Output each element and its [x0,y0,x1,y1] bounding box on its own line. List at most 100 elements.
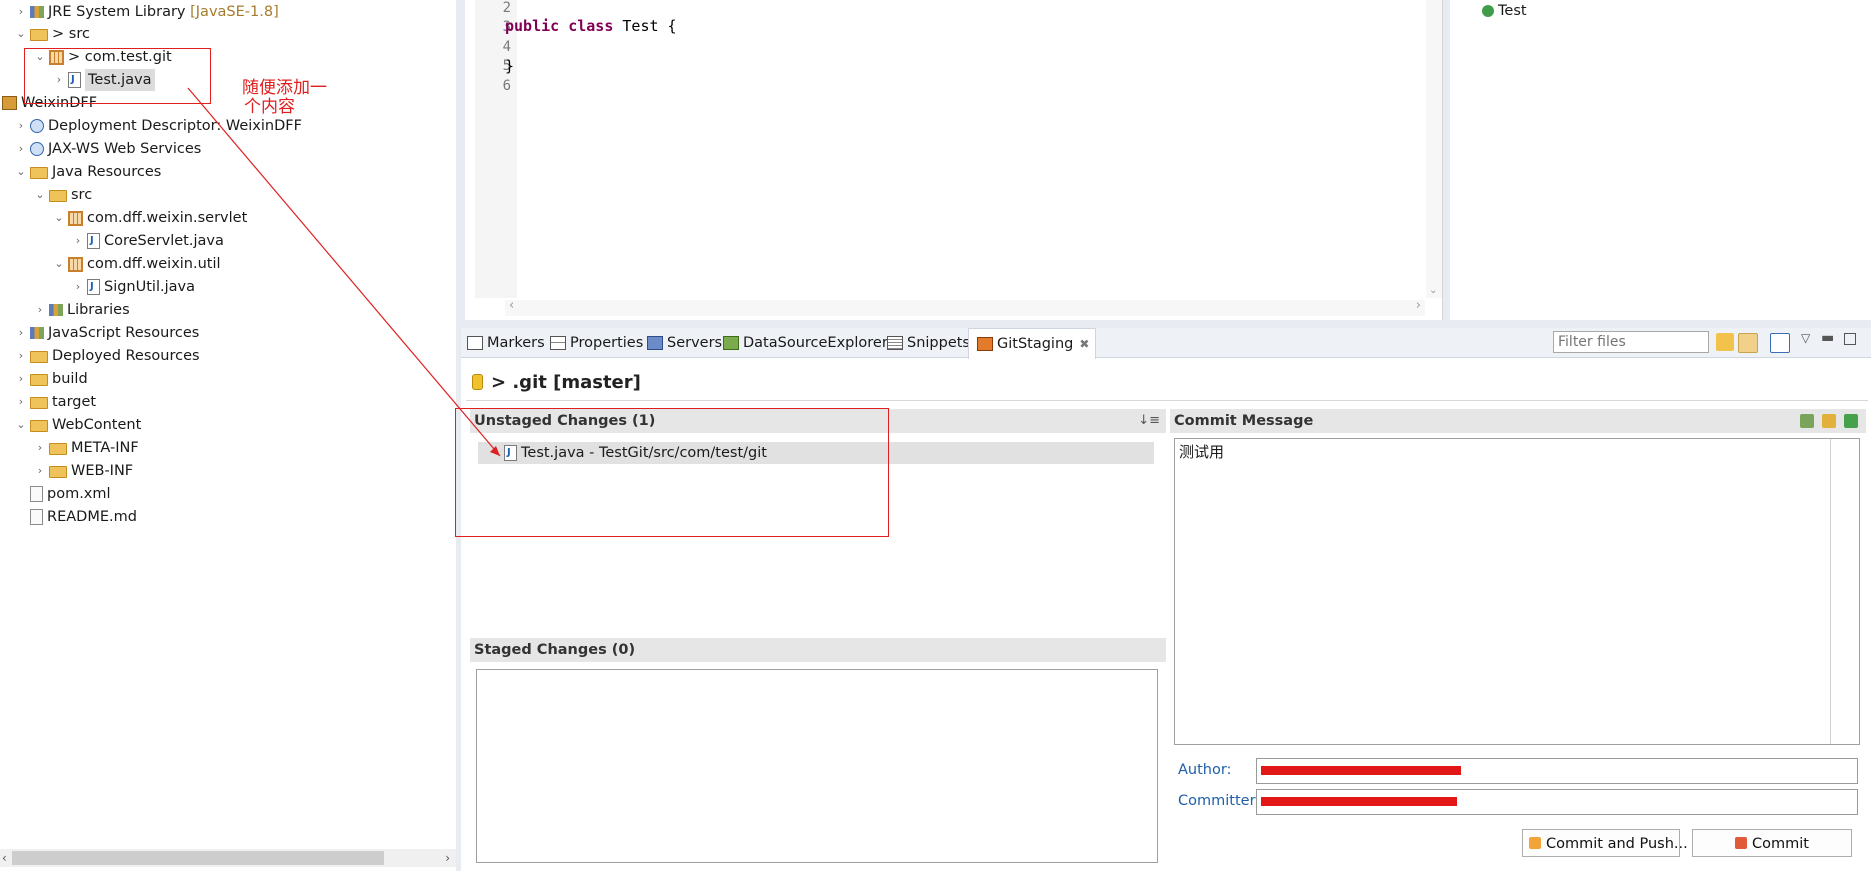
tree-item-jaxws[interactable]: › JAX-WS Web Services [14,138,202,160]
view-menu-icon[interactable]: ▽ [1801,331,1810,345]
repository-title: > .git [master] [472,372,641,393]
signoff-icon[interactable] [1822,414,1836,428]
amend-icon[interactable] [1800,414,1814,428]
tree-item-util-pkg[interactable]: ⌄ com.dff.weixin.util [52,253,220,275]
outline-view: Test [1450,0,1871,320]
chevron-right-icon[interactable]: › [14,138,28,160]
chevron-down-icon[interactable]: ⌄ [52,253,66,275]
servers-icon [647,336,663,350]
code-line-close-brace[interactable]: } [505,57,514,75]
filter-files-input[interactable] [1553,331,1709,353]
author-field[interactable] [1256,758,1858,784]
redaction-mark [1261,797,1457,806]
datasource-icon [723,336,739,350]
chevron-right-icon[interactable]: › [14,391,28,413]
tree-item-src-2[interactable]: ⌄ src [33,184,92,206]
staged-changes-list[interactable] [476,669,1158,863]
chevron-down-icon[interactable]: ⌄ [14,414,28,436]
sort-icon[interactable]: ↓≡ [1138,409,1160,433]
library-icon [49,304,63,316]
link-editor-icon[interactable] [1738,333,1758,353]
editor-horizontal-scrollbar[interactable]: ‹ › [505,298,1425,316]
code-editor[interactable]: 2 3 4 5 6 public class Test { } ⌄ ‹ › [465,0,1443,320]
chevron-right-icon[interactable]: › [33,437,47,459]
package-icon [68,256,83,272]
scroll-right-icon[interactable]: › [445,849,450,867]
tree-item-servlet-pkg[interactable]: ⌄ com.dff.weixin.servlet [52,207,247,229]
folder-icon [49,466,67,478]
refresh-icon[interactable] [1716,333,1734,351]
folder-icon [30,374,48,386]
tree-item-build[interactable]: › build [14,368,88,390]
committer-field[interactable] [1256,789,1858,815]
tree-item-deployment-descriptor[interactable]: › Deployment Descriptor: WeixinDFF [14,115,302,137]
commit-message-textarea[interactable]: 测试用 [1174,438,1860,745]
author-label: Author: [1178,762,1232,778]
xml-file-icon [30,486,43,502]
tab-datasource-explorer[interactable]: DataSourceExplorer [721,328,888,358]
close-icon[interactable]: ✖ [1079,329,1089,359]
tree-item-java-resources[interactable]: ⌄ Java Resources [14,161,161,183]
change-id-icon[interactable] [1844,414,1858,428]
tree-item-web-inf[interactable]: › WEB-INF [33,460,133,482]
tree-item-js-resources[interactable]: › JavaScript Resources [14,322,200,344]
tree-item-jre[interactable]: › JRE System Library [JavaSE-1.8] [14,1,279,23]
commit-message-scrollbar[interactable] [1830,439,1859,744]
minimize-icon[interactable]: ▬ [1821,330,1834,346]
chevron-right-icon[interactable]: › [33,299,47,321]
commit-icon [1735,837,1748,849]
snippets-icon [887,336,903,350]
chevron-right-icon[interactable]: › [71,230,85,252]
scroll-down-icon[interactable]: ⌄ [1429,285,1437,296]
scroll-left-icon[interactable]: ‹ [2,849,7,867]
chevron-right-icon[interactable]: › [33,460,47,482]
tree-item-libraries[interactable]: › Libraries [33,299,130,321]
editor-vertical-scrollbar[interactable]: ⌄ [1426,0,1442,298]
chevron-right-icon[interactable]: › [14,345,28,367]
tree-item-readme[interactable]: README.md [28,506,137,528]
repository-icon [472,374,483,390]
push-icon [1529,837,1541,849]
tab-gitstaging[interactable]: GitStaging ✖ [968,328,1097,359]
tab-properties[interactable]: Properties [548,328,643,358]
chevron-right-icon[interactable]: › [14,115,28,137]
tree-item-pom[interactable]: pom.xml [28,483,111,505]
tab-servers[interactable]: Servers [645,328,722,358]
scrollbar-thumb[interactable] [12,851,384,865]
git-icon [977,337,993,351]
scroll-right-icon[interactable]: › [1416,298,1421,313]
chevron-down-icon[interactable]: ⌄ [14,23,28,45]
committer-label: Committer: [1178,793,1261,809]
commit-and-push-button[interactable]: Commit and Push... [1522,829,1688,857]
chevron-right-icon[interactable]: › [14,1,28,23]
tree-item-webcontent[interactable]: ⌄ WebContent [14,414,141,436]
deployed-resources-icon [30,351,48,363]
folder-icon [49,443,67,455]
tree-item-coreservlet[interactable]: › CoreServlet.java [71,230,224,252]
layout-icon[interactable] [1770,333,1790,353]
chevron-down-icon[interactable]: ⌄ [14,161,28,183]
tree-item-meta-inf[interactable]: › META-INF [33,437,139,459]
divider [466,400,1868,401]
library-icon [30,6,44,18]
scroll-left-icon[interactable]: ‹ [509,298,514,313]
chevron-right-icon[interactable]: › [71,276,85,298]
tree-item-src[interactable]: ⌄ > src [14,23,90,45]
descriptor-icon [30,119,44,133]
tree-item-signutil[interactable]: › SignUtil.java [71,276,195,298]
java-file-icon [87,230,100,252]
chevron-down-icon[interactable]: ⌄ [52,207,66,229]
tab-snippets[interactable]: Snippets [885,328,970,358]
chevron-down-icon[interactable]: ⌄ [33,184,47,206]
explorer-horizontal-scrollbar[interactable]: ‹ › [0,849,456,867]
chevron-right-icon[interactable]: › [14,322,28,344]
outline-item-test[interactable]: Test [1480,0,1527,22]
commit-button[interactable]: Commit [1692,829,1852,857]
tab-markers[interactable]: Markers [465,328,545,358]
tree-item-target[interactable]: › target [14,391,96,413]
annotation-box-explorer [24,48,211,104]
tree-item-deployed-resources[interactable]: › Deployed Resources [14,345,200,367]
code-line-class-decl[interactable]: public class Test { [505,17,677,35]
maximize-icon[interactable] [1844,333,1856,345]
chevron-right-icon[interactable]: › [14,368,28,390]
